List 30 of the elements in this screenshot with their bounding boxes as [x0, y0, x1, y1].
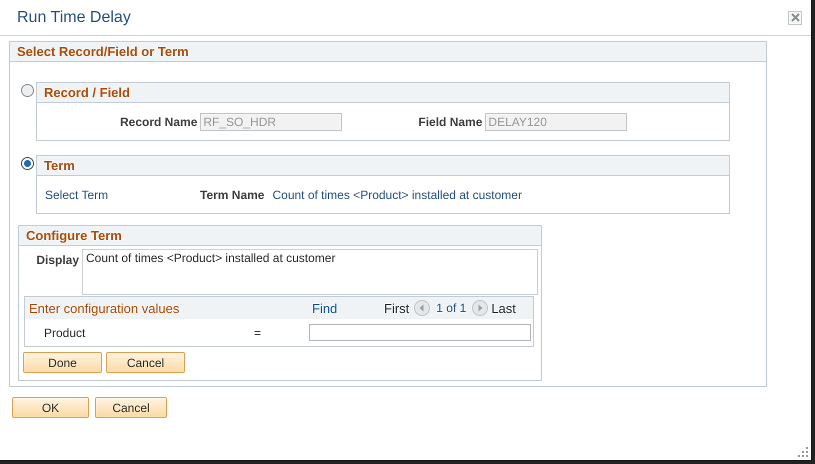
display-field[interactable]: Count of times <Product> installed at customer — [82, 249, 538, 295]
action-button[interactable]: Done — [23, 352, 102, 373]
previous-icon[interactable] — [414, 300, 430, 316]
panel-header: Term — [37, 156, 729, 176]
select-term-link[interactable]: Select Term — [45, 188, 200, 202]
last-label: Last — [491, 300, 516, 316]
resize-grip-icon[interactable] — [798, 447, 808, 457]
panel-header: Record / Field — [37, 83, 729, 103]
field-label: Field Name — [418, 114, 482, 128]
close-button[interactable] — [788, 10, 802, 24]
panel-header: Configure Term — [19, 226, 541, 246]
field-label: Record Name — [120, 114, 198, 128]
row-count: 1 of 1 — [436, 301, 466, 315]
grid-title: Enter configuration values — [29, 300, 180, 316]
operator: = — [254, 326, 262, 340]
next-icon[interactable] — [472, 300, 488, 316]
term-name-value: Count of times <Product> installed at customer — [272, 188, 522, 202]
radio-button[interactable] — [21, 157, 34, 170]
action-button[interactable]: OK — [12, 397, 89, 418]
field-label: Display — [35, 252, 79, 267]
window-title: Run Time Delay — [17, 8, 131, 26]
first-label: First — [384, 300, 410, 316]
action-button[interactable]: Cancel — [106, 352, 185, 373]
action-button[interactable]: Cancel — [95, 397, 167, 418]
radio-button[interactable] — [21, 84, 34, 97]
value-field[interactable] — [309, 324, 531, 341]
find-link[interactable]: Find — [312, 300, 384, 316]
parameter-name: Product — [44, 326, 86, 340]
field-label: Term Name — [200, 188, 264, 202]
section-header: Select Record/Field or Term — [10, 42, 766, 62]
